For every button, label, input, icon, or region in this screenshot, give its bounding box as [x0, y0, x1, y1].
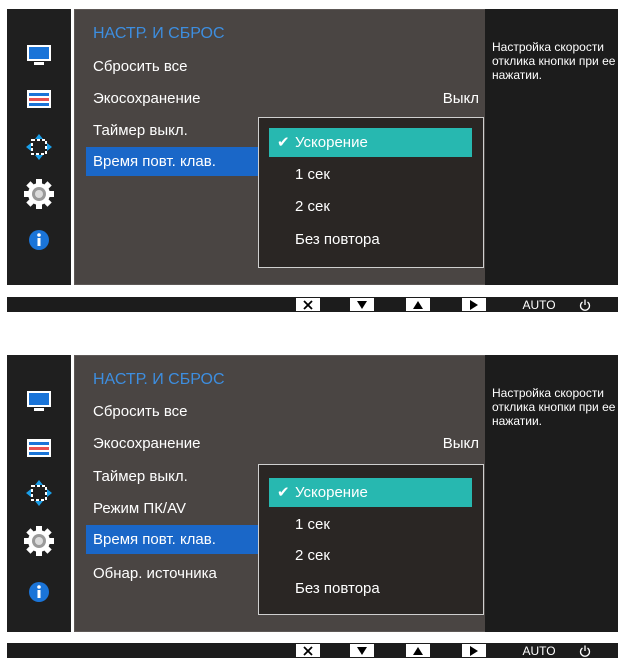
picture-settings-icon[interactable] — [19, 430, 59, 466]
option-2-sec[interactable]: 2 сек — [269, 192, 472, 221]
enter-button[interactable] — [462, 297, 486, 312]
main-menu-panel: НАСТР. И СБРОС Сбросить все Экосохранени… — [74, 9, 490, 285]
option-1-sec[interactable]: 1 сек — [269, 160, 472, 189]
osd-screen-1: НАСТР. И СБРОС Сбросить все Экосохранени… — [7, 9, 618, 285]
down-button[interactable] — [350, 297, 374, 312]
enter-button[interactable] — [462, 643, 486, 658]
submenu-panel: ✔ Ускорение 1 сек 2 сек Без повтора — [258, 464, 484, 615]
auto-button[interactable]: AUTO — [519, 643, 559, 658]
menu-item-eco-saving[interactable]: Экосохранение — [86, 84, 201, 113]
monitor-icon[interactable] — [19, 37, 59, 73]
menu-item-off-timer[interactable]: Таймер выкл. — [86, 462, 188, 491]
osd-screen-2: НАСТР. И СБРОС Сбросить все Экосохранени… — [7, 355, 618, 632]
help-text: Настройка скорости отклика кнопки при ее… — [492, 386, 616, 428]
menu-item-eco-saving[interactable]: Экосохранение — [86, 429, 201, 458]
close-button[interactable] — [296, 643, 320, 658]
power-icon[interactable] — [575, 297, 595, 312]
help-panel: Настройка скорости отклика кнопки при ее… — [485, 9, 618, 285]
menu-item-reset-all[interactable]: Сбросить все — [86, 397, 187, 426]
down-button[interactable] — [350, 643, 374, 658]
option-no-repeat[interactable]: Без повтора — [269, 225, 472, 254]
eco-saving-value: Выкл — [442, 90, 479, 107]
help-text: Настройка скорости отклика кнопки при ее… — [492, 40, 616, 82]
menu-item-key-repeat-time[interactable]: Время повт. клав. — [86, 147, 260, 176]
menu-item-key-repeat-time[interactable]: Время повт. клав. — [86, 525, 260, 554]
bottom-button-bar: AUTO — [7, 297, 618, 312]
checkmark-icon: ✔ — [277, 134, 290, 151]
option-label: Ускорение — [295, 484, 368, 501]
up-button[interactable] — [406, 297, 430, 312]
menu-item-reset-all[interactable]: Сбросить все — [86, 52, 187, 81]
menu-item-pc-av-mode[interactable]: Режим ПК/AV — [86, 494, 186, 523]
eco-saving-value: Выкл — [442, 435, 479, 452]
submenu-panel: ✔ Ускорение 1 сек 2 сек Без повтора — [258, 117, 484, 268]
menu-item-source-detection[interactable]: Обнар. источника — [86, 559, 217, 588]
menu-item-off-timer[interactable]: Таймер выкл. — [86, 116, 188, 145]
move-position-icon[interactable] — [19, 475, 59, 511]
bottom-button-bar: AUTO — [7, 643, 618, 658]
up-button[interactable] — [406, 643, 430, 658]
menu-title: НАСТР. И СБРОС — [93, 371, 225, 388]
option-acceleration[interactable]: ✔ Ускорение — [269, 478, 472, 507]
close-button[interactable] — [296, 297, 320, 312]
checkmark-icon: ✔ — [277, 484, 290, 501]
gear-icon[interactable] — [19, 176, 59, 212]
help-panel: Настройка скорости отклика кнопки при ее… — [485, 355, 618, 632]
gear-icon[interactable] — [19, 523, 59, 559]
main-menu-panel: НАСТР. И СБРОС Сбросить все Экосохранени… — [74, 355, 490, 632]
picture-settings-icon[interactable] — [19, 81, 59, 117]
left-icon-bar — [7, 355, 71, 632]
option-1-sec[interactable]: 1 сек — [269, 510, 472, 539]
move-position-icon[interactable] — [19, 129, 59, 165]
power-icon[interactable] — [575, 643, 595, 658]
monitor-icon[interactable] — [19, 383, 59, 419]
info-icon[interactable] — [19, 222, 59, 258]
option-acceleration[interactable]: ✔ Ускорение — [269, 128, 472, 157]
menu-title: НАСТР. И СБРОС — [93, 25, 225, 42]
option-label: Ускорение — [295, 134, 368, 151]
option-no-repeat[interactable]: Без повтора — [269, 574, 472, 603]
auto-button[interactable]: AUTO — [519, 297, 559, 312]
option-2-sec[interactable]: 2 сек — [269, 541, 472, 570]
info-icon[interactable] — [19, 574, 59, 610]
left-icon-bar — [7, 9, 71, 285]
